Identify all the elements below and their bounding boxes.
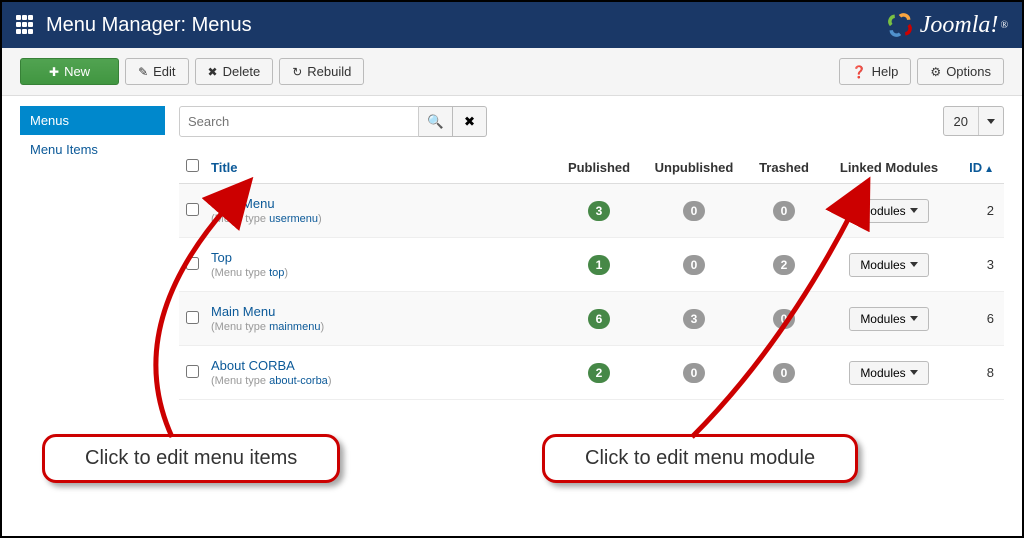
search-input[interactable] [179, 106, 419, 137]
sidebar-item-menu-items[interactable]: Menu Items [20, 135, 165, 164]
refresh-icon: ↻ [292, 65, 302, 79]
rebuild-button[interactable]: ↻ Rebuild [279, 58, 364, 85]
col-trashed: Trashed [744, 151, 824, 184]
help-button[interactable]: ❓ Help [839, 58, 912, 85]
sidebar-item-menus[interactable]: Menus [20, 106, 165, 135]
col-id[interactable]: ID▲ [954, 151, 1004, 184]
annotation-arrow-right [662, 207, 882, 450]
pencil-icon: ✎ [138, 65, 148, 79]
question-icon: ❓ [852, 65, 867, 79]
page-title: Menu Manager: Menus [46, 14, 886, 37]
search-icon: 🔍 [427, 114, 444, 130]
published-badge[interactable]: 1 [588, 255, 611, 275]
sort-asc-icon: ▲ [984, 164, 994, 175]
plus-icon: ✚ [49, 65, 59, 79]
admin-header: Menu Manager: Menus Joomla!® [2, 2, 1022, 48]
edit-button[interactable]: ✎ Edit [125, 58, 188, 85]
select-all-checkbox[interactable] [186, 159, 199, 172]
chevron-down-icon [978, 107, 1003, 135]
menu-type-link[interactable]: usermenu [269, 213, 318, 225]
chevron-down-icon [910, 262, 918, 267]
toolbar: ✚ New ✎ Edit ✖ Delete ↻ Rebuild ❓ Help ⚙… [2, 48, 1022, 96]
col-unpublished: Unpublished [644, 151, 744, 184]
col-linked: Linked Modules [824, 151, 954, 184]
row-id: 2 [954, 184, 1004, 238]
search-row: 🔍 ✖ 20 [179, 106, 1004, 137]
new-button[interactable]: ✚ New [20, 58, 119, 85]
row-id: 3 [954, 238, 1004, 292]
chevron-down-icon [910, 316, 918, 321]
x-icon: ✖ [464, 114, 475, 130]
col-published: Published [554, 151, 644, 184]
published-badge[interactable]: 6 [588, 309, 611, 329]
x-icon: ✖ [208, 65, 218, 79]
limit-select[interactable]: 20 [943, 106, 1004, 136]
gear-icon: ⚙ [930, 65, 941, 79]
published-badge[interactable]: 3 [588, 201, 611, 221]
menu-type-link[interactable]: top [269, 267, 284, 279]
row-id: 6 [954, 292, 1004, 346]
search-button[interactable]: 🔍 [419, 106, 453, 137]
annotation-arrow-left [62, 197, 262, 450]
published-badge[interactable]: 2 [588, 363, 611, 383]
joomla-logo: Joomla!® [886, 11, 1008, 39]
options-button[interactable]: ⚙ Options [917, 58, 1004, 85]
clear-search-button[interactable]: ✖ [453, 106, 487, 137]
col-title[interactable]: Title [205, 151, 554, 184]
menu-type-link[interactable]: mainmenu [269, 321, 320, 333]
chevron-down-icon [910, 208, 918, 213]
delete-button[interactable]: ✖ Delete [195, 58, 274, 85]
joomla-mark-icon [886, 11, 914, 39]
menu-manager-icon [16, 15, 36, 35]
row-id: 8 [954, 346, 1004, 400]
menu-type-link[interactable]: about-corba [269, 375, 328, 387]
chevron-down-icon [910, 370, 918, 375]
